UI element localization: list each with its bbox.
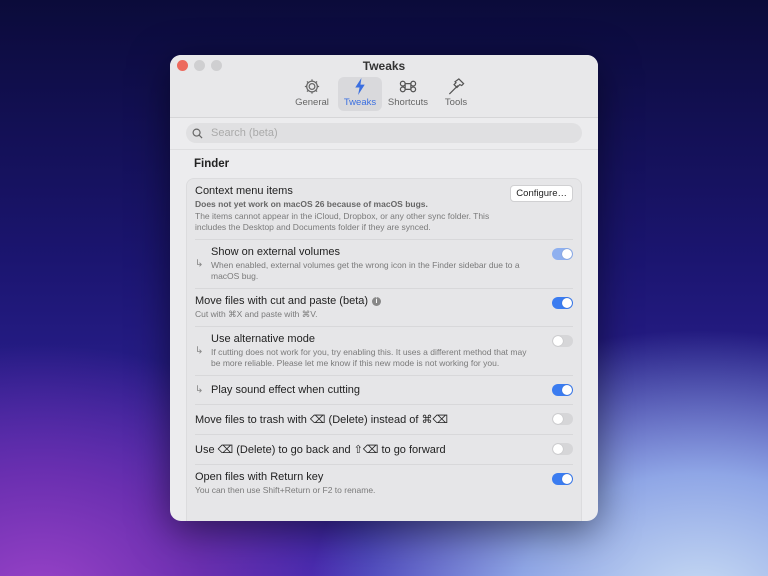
setting-cut-paste: Move files with cut and paste (beta) i Cu… bbox=[195, 289, 573, 327]
search-icon bbox=[192, 128, 203, 139]
setting-title: Move files with cut and paste (beta) bbox=[195, 295, 369, 307]
setting-description: The items cannot appear in the iCloud, D… bbox=[195, 211, 490, 232]
tab-label: General bbox=[295, 97, 329, 108]
sub-arrow-icon: ↳ bbox=[195, 258, 204, 270]
setting-description: If cutting does not work for you, try en… bbox=[211, 347, 527, 368]
sub-arrow-icon: ↳ bbox=[195, 345, 204, 357]
setting-title: Play sound effect when cutting bbox=[211, 384, 361, 396]
search-placeholder: Search (beta) bbox=[211, 127, 278, 139]
setting-return-key: Open files with Return key You can then … bbox=[195, 465, 573, 502]
command-icon bbox=[399, 80, 417, 93]
settings-card: Context menu items Does not yet work on … bbox=[186, 178, 582, 521]
setting-warning: Does not yet work on macOS 26 because of… bbox=[195, 199, 428, 209]
tab-tweaks[interactable]: Tweaks bbox=[338, 77, 382, 111]
toolbar: Tweaks General Tweaks Shortcuts Tools bbox=[170, 55, 598, 118]
setting-external-volumes: ↳ Show on external volumes When enabled,… bbox=[195, 240, 573, 289]
setting-description: Cut with ⌘X and paste with ⌘V. bbox=[195, 309, 318, 319]
setting-delete-back: Use ⌫ (Delete) to go back and ⇧⌫ to go f… bbox=[195, 435, 573, 465]
configure-button[interactable]: Configure… bbox=[510, 185, 573, 202]
sub-arrow-icon: ↳ bbox=[195, 384, 204, 396]
toggle-alternative-mode[interactable] bbox=[552, 335, 573, 347]
tab-general[interactable]: General bbox=[290, 77, 334, 111]
tweaks-window: Tweaks General Tweaks Shortcuts Tools Se… bbox=[170, 55, 598, 521]
setting-title: Use alternative mode bbox=[211, 333, 315, 345]
tab-label: Tools bbox=[444, 97, 468, 108]
setting-title: Open files with Return key bbox=[195, 471, 324, 483]
section-heading: Finder bbox=[194, 158, 230, 170]
setting-title: Context menu items bbox=[195, 185, 293, 197]
toggle-trash-delete[interactable] bbox=[552, 413, 573, 425]
window-title: Tweaks bbox=[362, 59, 406, 73]
setting-description: You can then use Shift+Return or F2 to r… bbox=[195, 485, 376, 495]
tab-tools[interactable]: Tools bbox=[434, 77, 478, 111]
info-icon[interactable]: i bbox=[372, 297, 382, 306]
setting-title: Use ⌫ (Delete) to go back and ⇧⌫ to go f… bbox=[195, 444, 446, 456]
setting-alternative-mode: ↳ Use alternative mode If cutting does n… bbox=[195, 327, 573, 376]
setting-trash-delete: Move files to trash with ⌫ (Delete) inst… bbox=[195, 405, 573, 435]
toggle-external-volumes[interactable] bbox=[552, 248, 573, 260]
setting-context-menu: Context menu items Does not yet work on … bbox=[195, 179, 573, 240]
toggle-sound-effect[interactable] bbox=[552, 384, 573, 396]
hammer-icon bbox=[448, 78, 465, 95]
setting-title: Show on external volumes bbox=[211, 246, 341, 258]
setting-sound-effect: ↳ Play sound effect when cutting bbox=[195, 376, 573, 405]
bolt-icon bbox=[355, 77, 365, 96]
setting-title: Move files to trash with ⌫ (Delete) inst… bbox=[195, 414, 449, 426]
toggle-return-key[interactable] bbox=[552, 473, 573, 485]
toggle-cut-paste[interactable] bbox=[552, 297, 573, 309]
setting-description: When enabled, external volumes get the w… bbox=[211, 260, 520, 281]
toggle-delete-back[interactable] bbox=[552, 443, 573, 455]
gear-icon bbox=[304, 79, 320, 94]
tab-label: Shortcuts bbox=[387, 97, 429, 108]
tab-label: Tweaks bbox=[343, 97, 377, 108]
search-input[interactable]: Search (beta) bbox=[186, 123, 582, 143]
tab-shortcuts[interactable]: Shortcuts bbox=[386, 77, 430, 111]
